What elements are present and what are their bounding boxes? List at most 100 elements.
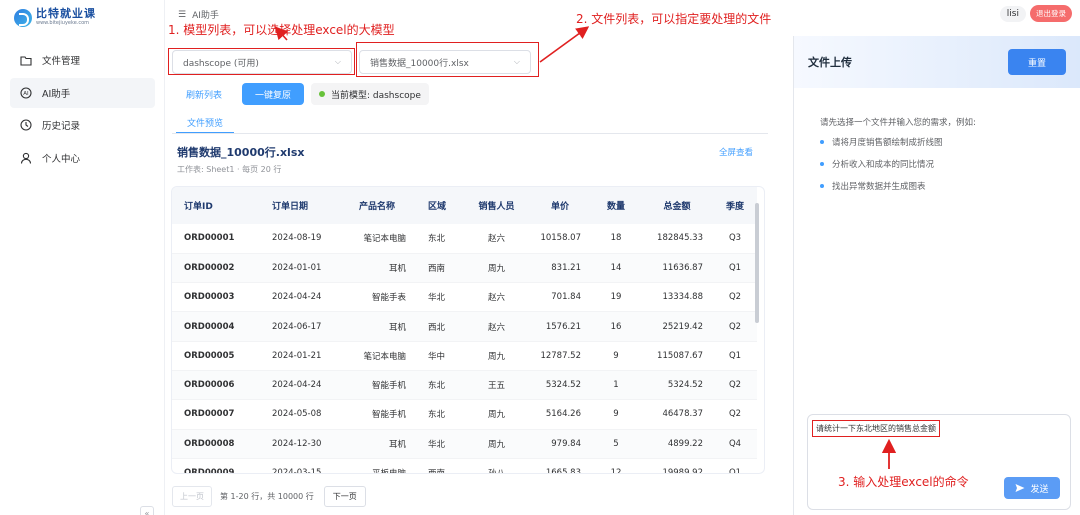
table-cell: 14 xyxy=(591,253,641,284)
scrollbar-thumb[interactable] xyxy=(755,203,759,323)
table-cell: ORD00004 xyxy=(172,311,260,342)
table-cell: 2024-03-15 xyxy=(260,458,338,473)
table-cell: 孙八 xyxy=(464,458,529,473)
table-row[interactable]: ORD00002 2024-01-01 耳机 西南 周九 831.21 14 11636.87… xyxy=(172,253,757,284)
fullscreen-link[interactable]: 全屏查看 xyxy=(719,146,753,158)
table-cell: 东北 xyxy=(416,370,464,401)
column-header[interactable]: 销售人员 xyxy=(464,187,529,224)
sidebar-item-label: AI助手 xyxy=(42,88,71,100)
table-cell: 19 xyxy=(591,282,641,313)
table-row[interactable]: ORD000092024-03-15平板电脑西南孙八1665.831219989… xyxy=(172,458,757,473)
table-cell: 19989.92 xyxy=(641,458,713,473)
table-cell: 182845.33 xyxy=(641,224,713,254)
table-cell: 12 xyxy=(591,458,641,473)
logo-subtitle: www.bitejiuyeke.com xyxy=(36,20,90,26)
table-cell: ORD00002 xyxy=(172,253,260,284)
table-cell: 平板电脑 xyxy=(338,458,416,473)
user-name[interactable]: lisi xyxy=(999,5,1026,22)
next-page-button[interactable]: 下一页 xyxy=(323,486,366,507)
svg-text:AI: AI xyxy=(23,91,29,97)
table-cell: 西南 xyxy=(416,458,464,473)
table-cell: 王五 xyxy=(464,370,529,401)
table-cell: Q3 xyxy=(713,224,757,254)
send-button[interactable]: 发送 xyxy=(1004,477,1060,499)
table-row[interactable]: ORD00001 2024-08-19 笔记本电脑 东北 赵六 10158.07 18 182… xyxy=(172,224,757,254)
column-header[interactable]: 订单日期 xyxy=(260,187,338,224)
table-cell: 2024-04-24 xyxy=(260,282,338,313)
table-cell: 周九 xyxy=(464,399,529,430)
table-cell: 周九 xyxy=(464,253,529,284)
table-cell: 1665.83 xyxy=(529,458,591,473)
table-row[interactable]: ORD00006 2024-04-24 智能手机 东北 王五 5324.52 1 5324.5… xyxy=(172,370,757,401)
table-cell: Q1 xyxy=(713,341,757,371)
table-cell: 2024-12-30 xyxy=(260,429,338,459)
command-input-value[interactable]: 请统计一下东北地区的销售总金额 xyxy=(812,420,940,437)
table-cell: 25219.42 xyxy=(641,311,713,342)
table-cell: 2024-06-17 xyxy=(260,311,338,342)
send-label: 发送 xyxy=(1030,484,1049,495)
clock-icon xyxy=(20,119,32,131)
table-cell: ORD00009 xyxy=(172,458,260,473)
logo-title: 比特就业课 xyxy=(36,7,96,20)
sidebar: 比特就业课 www.bitejiuyeke.com 文件管理 AI AI助手 历… xyxy=(0,0,165,515)
logout-button[interactable]: 退出登录 xyxy=(1030,5,1072,22)
column-header[interactable]: 产品名称 xyxy=(338,187,416,224)
table-cell: 16 xyxy=(591,311,641,342)
table-cell: 13334.88 xyxy=(641,282,713,313)
tab-file-preview[interactable]: 文件预览 xyxy=(176,116,234,134)
breadcrumb-label: AI助手 xyxy=(192,11,219,21)
send-icon xyxy=(1015,484,1025,492)
annotation-box-file xyxy=(356,42,539,77)
current-model-label: 当前模型: dashscope xyxy=(331,90,421,101)
table-cell: ORD00005 xyxy=(172,341,260,371)
table-row[interactable]: ORD00008 2024-12-30 耳机 华北 周九 979.84 5 4899.22 Q4 xyxy=(172,429,757,459)
collapse-sidebar-button[interactable]: « xyxy=(140,506,154,515)
table-cell: 赵六 xyxy=(464,224,529,254)
command-input[interactable]: 请统计一下东北地区的销售总金额 发送 xyxy=(807,414,1071,510)
column-header[interactable]: 数量 xyxy=(591,187,641,224)
table-cell: 西北 xyxy=(416,311,464,342)
table-row[interactable]: ORD00005 2024-01-21 笔记本电脑 华中 周九 12787.52 9 1150… xyxy=(172,341,757,371)
table-cell: 5324.52 xyxy=(641,370,713,401)
table-cell: 46478.37 xyxy=(641,399,713,430)
table-cell: 华北 xyxy=(416,282,464,313)
page-info: 第 1-20 行，共 10000 行 xyxy=(220,492,314,501)
table-cell: ORD00008 xyxy=(172,429,260,459)
refresh-list-button[interactable]: 刷新列表 xyxy=(176,84,232,104)
column-header[interactable]: 单价 xyxy=(529,187,591,224)
sidebar-item-ai-assistant[interactable]: AI AI助手 xyxy=(10,77,155,108)
table-cell: ORD00007 xyxy=(172,399,260,430)
table-cell: 周九 xyxy=(464,429,529,459)
tab-divider xyxy=(172,133,768,134)
table-cell: 华北 xyxy=(416,429,464,459)
sidebar-item-history[interactable]: 历史记录 xyxy=(10,110,155,140)
column-header[interactable]: 区域 xyxy=(416,187,464,224)
table-cell: 5324.52 xyxy=(529,370,591,401)
menu-icon[interactable]: ☰ xyxy=(178,10,186,20)
example-item: 找出异常数据并生成图表 xyxy=(820,180,943,192)
table-cell: 耳机 xyxy=(338,311,416,342)
table-cell: Q4 xyxy=(713,429,757,459)
table-row[interactable]: ORD00007 2024-05-08 智能手机 东北 周九 5164.26 9 46478.… xyxy=(172,399,757,430)
reset-button[interactable]: 重置 xyxy=(1008,49,1066,75)
restore-button[interactable]: 一键复原 xyxy=(242,83,304,105)
folder-icon xyxy=(20,54,32,66)
table-cell: ORD00006 xyxy=(172,370,260,401)
table-cell: Q2 xyxy=(713,311,757,342)
prev-page-button[interactable]: 上一页 xyxy=(172,486,212,507)
table-cell: Q1 xyxy=(713,253,757,284)
sidebar-item-profile[interactable]: 个人中心 xyxy=(10,143,155,173)
table-cell: 831.21 xyxy=(529,253,591,284)
annotation-2: 2. 文件列表，可以指定要处理的文件 xyxy=(576,12,772,26)
column-header[interactable]: 订单ID xyxy=(172,187,260,224)
table-scrollbar[interactable] xyxy=(755,193,762,463)
table-cell: 10158.07 xyxy=(529,224,591,254)
sidebar-item-file-management[interactable]: 文件管理 xyxy=(10,45,155,75)
table-cell: 12787.52 xyxy=(529,341,591,371)
column-header[interactable]: 季度 xyxy=(713,187,757,224)
logo: 比特就业课 www.bitejiuyeke.com xyxy=(14,8,96,27)
table-row[interactable]: ORD00003 2024-04-24 智能手表 华北 赵六 701.84 19 13334.… xyxy=(172,282,757,313)
preview-table: 订单ID 订单日期 产品名称 区域 销售人员 单价 数量 总金额 季度 ORD0… xyxy=(171,186,765,474)
column-header[interactable]: 总金额 xyxy=(641,187,713,224)
table-row[interactable]: ORD00004 2024-06-17 耳机 西北 赵六 1576.21 16 25219.4… xyxy=(172,311,757,342)
